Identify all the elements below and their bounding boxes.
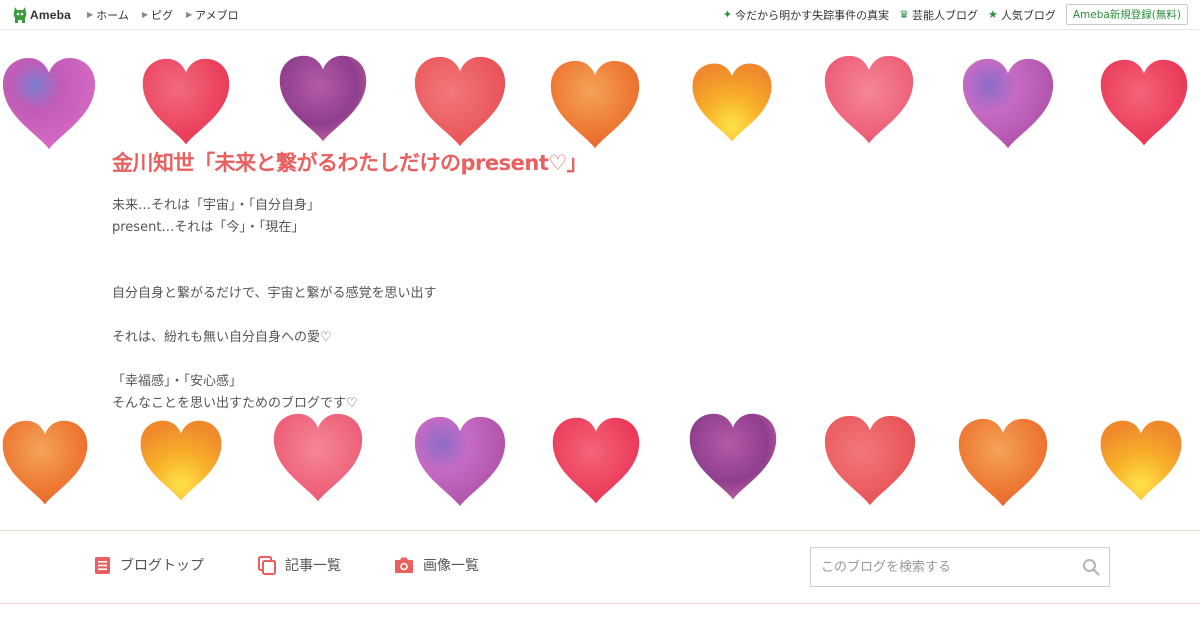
heart-decoration [816, 53, 922, 147]
blog-top-icon [95, 556, 110, 574]
chevron-right-icon: ▶ [186, 10, 193, 19]
heart-decoration [1098, 53, 1190, 153]
star-icon: ★ [987, 8, 998, 21]
heart-decoration [680, 411, 786, 503]
nav-pigg[interactable]: ▶ ピグ [142, 7, 173, 23]
heart-decoration [270, 53, 376, 145]
heart-decoration [548, 53, 642, 157]
celebrity-blog-label: 芸能人ブログ [911, 8, 978, 22]
chevron-right-icon: ▶ [141, 10, 148, 19]
blog-description: 未来…それは「宇宙」・「自分自身」 present…それは「今」・「現在」 自分… [112, 198, 437, 411]
sparkle-icon: ✦ [722, 8, 733, 21]
blog-top-label: ブログトップ [120, 558, 204, 574]
ameba-logo-icon [13, 6, 27, 23]
blog-title[interactable]: 金川知世「未来と繋がるわたしだけのpresent♡」 [112, 147, 588, 177]
blog-search-input[interactable] [811, 548, 1073, 586]
heart-decoration [1098, 411, 1184, 511]
blog-info: 金川知世「未来と繋がるわたしだけのpresent♡」 未来…それは「宇宙」・「自… [112, 147, 1012, 415]
nav-home-label: ホーム [96, 8, 129, 22]
nav-ameblo[interactable]: ▶ アメブロ [186, 7, 239, 23]
camera-icon [395, 557, 413, 573]
header-links: ✦ 今だから明かす失踪事件の真実 ♛ 芸能人ブログ ★ 人気ブログ Ameba新規登録… [713, 4, 1188, 25]
popular-blog-link[interactable]: ★ 人気ブログ [988, 7, 1056, 23]
heart-decoration [140, 53, 232, 151]
blog-subnav: ブログトップ 記事一覧 画像一覧 [0, 530, 1200, 604]
heart-decoration [960, 53, 1056, 155]
image-list-link[interactable]: 画像一覧 [394, 555, 479, 575]
celebrity-blog-link[interactable]: ♛ 芸能人ブログ [899, 7, 978, 23]
article-list-label: 記事一覧 [285, 558, 341, 574]
search-icon [1083, 559, 1100, 576]
article-list-icon [258, 555, 276, 575]
image-list-label: 画像一覧 [423, 558, 479, 574]
search-button[interactable] [1073, 548, 1109, 586]
heart-decoration [0, 411, 90, 515]
heart-decoration [822, 411, 918, 511]
heart-decoration [550, 411, 642, 511]
nav-home[interactable]: ▶ ホーム [87, 7, 129, 23]
chevron-right-icon: ▶ [87, 10, 94, 19]
heart-decoration [0, 53, 98, 155]
register-button[interactable]: Ameba新規登録(無料) [1065, 4, 1188, 25]
nav-pigg-label: ピグ [151, 8, 173, 22]
nav-ameblo-label: アメブロ [195, 8, 239, 22]
heart-decoration [138, 411, 224, 511]
heart-decoration [690, 53, 774, 153]
featured-link[interactable]: ✦ 今だから明かす失踪事件の真実 [723, 7, 889, 23]
global-nav: ▶ ホーム ▶ ピグ ▶ アメブロ [87, 7, 252, 23]
article-list-link[interactable]: 記事一覧 [258, 555, 341, 575]
featured-link-label: 今だから明かす失踪事件の真実 [735, 8, 890, 22]
blog-header: 金川知世「未来と繋がるわたしだけのpresent♡」 未来…それは「宇宙」・「自… [0, 31, 1200, 530]
heart-decoration [412, 411, 508, 513]
heart-decoration [412, 53, 508, 151]
crown-icon: ♛ [899, 8, 909, 21]
ameba-logo[interactable]: Ameba [12, 0, 71, 30]
popular-blog-label: 人気ブログ [1000, 8, 1056, 22]
heart-decoration [266, 411, 370, 505]
heart-decoration [956, 411, 1050, 515]
blog-top-link[interactable]: ブログトップ [94, 555, 204, 575]
blog-search-box [810, 547, 1110, 587]
logo-text: Ameba [30, 7, 72, 22]
global-header: Ameba ▶ ホーム ▶ ピグ ▶ アメブロ ✦ 今だから明かす失踪事件の真実 ♛ 芸能… [0, 0, 1200, 30]
